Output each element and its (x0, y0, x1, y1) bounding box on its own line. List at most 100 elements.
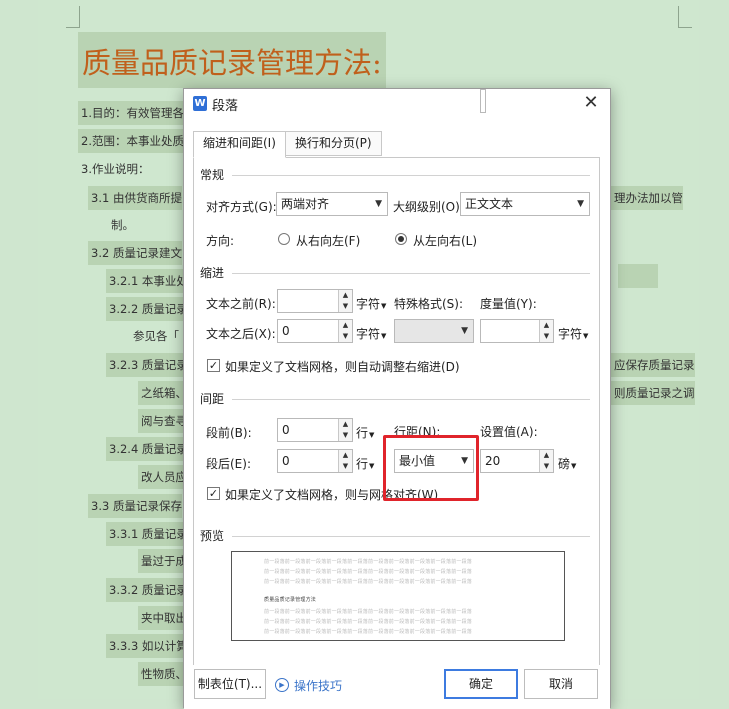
outline-level-label: 大纲级别(O): (393, 200, 464, 214)
ltr-radio[interactable] (395, 233, 407, 245)
space-after-label: 段后(E): (206, 457, 251, 471)
space-after-input[interactable]: 0 ▲ ▼ (277, 449, 353, 473)
indent-before-input[interactable]: ▲ ▼ (277, 289, 353, 313)
unit-text: 行 (356, 426, 369, 440)
measure-input[interactable]: ▲ ▼ (480, 319, 554, 343)
document-line: 制。 (111, 218, 134, 232)
outline-level-select[interactable]: 正文文本 ▼ (460, 192, 590, 216)
document-line: 之纸箱、 (138, 381, 187, 405)
tab-indent-spacing[interactable]: 缩进和间距(I) (193, 131, 286, 158)
dropdown-arrow-icon: ▼ (381, 302, 387, 310)
tips-link[interactable]: 操作技巧 (294, 677, 342, 694)
preview-line: 前一段落前一段落前一段落前一段落前一段落前一段落前一段落前一段落前一段落前一段落 (264, 609, 473, 615)
preview-sample-line: 质量品质记录管理方法 (264, 597, 317, 603)
document-line: 3.3 质量记录保存 (88, 494, 182, 518)
spin-up-icon[interactable]: ▲ (339, 450, 352, 461)
dropdown-arrow-icon: ▼ (381, 332, 387, 340)
document-fragment-right: 理办法加以管 (611, 186, 683, 210)
play-icon[interactable]: ▶ (275, 678, 289, 692)
setting-value-unit[interactable]: 磅▼ (558, 455, 576, 472)
spinner-buttons[interactable]: ▲ ▼ (338, 450, 352, 472)
document-fragment-right: 应保存质量记录 (611, 353, 695, 377)
dialog-title: 段落 (212, 99, 239, 114)
cancel-button[interactable]: 取消 (524, 669, 598, 699)
ok-button[interactable]: 确定 (444, 669, 518, 699)
spinner-buttons[interactable]: ▲ ▼ (539, 450, 553, 472)
space-after-unit[interactable]: 行▼ (356, 455, 374, 472)
divider (232, 273, 590, 274)
preview-line: 前一段落前一段落前一段落前一段落前一段落前一段落前一段落前一段落前一段落前一段落 (264, 619, 473, 625)
spin-up-icon[interactable]: ▲ (540, 320, 553, 331)
spinner-buttons[interactable]: ▲ ▼ (338, 290, 352, 312)
setting-value-label: 设置值(A): (480, 425, 538, 439)
divider (232, 536, 590, 537)
document-line: 性物质、 (138, 662, 187, 686)
alignment-select[interactable]: 两端对齐 ▼ (276, 192, 388, 216)
spin-down-icon[interactable]: ▼ (540, 331, 553, 342)
spin-up-icon[interactable]: ▲ (339, 290, 352, 301)
space-before-value: 0 (282, 423, 290, 437)
dropdown-arrow-icon: ▼ (583, 332, 589, 340)
preview-line: 前一段落前一段落前一段落前一段落前一段落前一段落前一段落前一段落前一段落前一段落 (264, 579, 473, 585)
space-before-input[interactable]: 0 ▲ ▼ (277, 418, 353, 442)
margin-corner-top-left (66, 6, 80, 28)
document-line: 3.2 质量记录建文 (88, 241, 182, 265)
indent-after-unit[interactable]: 字符▼ (356, 325, 386, 342)
spin-up-icon[interactable]: ▲ (339, 419, 352, 430)
spin-down-icon[interactable]: ▼ (339, 301, 352, 312)
spinner-buttons[interactable]: ▲ ▼ (338, 419, 352, 441)
section-preview-title: 预览 (200, 529, 225, 543)
measure-input[interactable] (480, 89, 486, 113)
unit-text: 字符 (356, 327, 381, 341)
indent-after-input[interactable]: 0 ▲ ▼ (277, 319, 353, 343)
outline-level-value: 正文文本 (465, 197, 514, 211)
spin-down-icon[interactable]: ▼ (339, 461, 352, 472)
measure-unit[interactable]: 字符▼ (558, 325, 588, 342)
indent-before-unit[interactable]: 字符▼ (356, 295, 386, 312)
document-line: 3.作业说明： (81, 162, 150, 176)
space-before-unit[interactable]: 行▼ (356, 424, 374, 441)
document-line: 改人员应 (138, 465, 187, 489)
rtl-radio[interactable] (278, 233, 290, 245)
paragraph-dialog: W 段落 ✕ 缩进和间距(I) 换行和分页(P) 常规 对齐方式(G): 两端对… (183, 88, 611, 709)
indent-after-value: 0 (282, 324, 290, 338)
measure-label: 度量值(Y): (480, 297, 537, 311)
ltr-label[interactable]: 从左向右(L) (413, 232, 477, 249)
special-format-select[interactable]: ▼ (394, 319, 474, 343)
special-format-label: 特殊格式(S): (394, 297, 464, 311)
document-line: 3.2.4 质量记录 (106, 437, 188, 461)
document-line: 3.2.3 质量记录 (106, 353, 188, 377)
document-line: 2.范围：本事业处质 (78, 129, 184, 153)
spin-up-icon[interactable]: ▲ (540, 450, 553, 461)
unit-text: 字符 (558, 327, 583, 341)
spinner-buttons[interactable]: ▲ ▼ (539, 320, 553, 342)
indent-after-label: 文本之后(X): (206, 327, 276, 341)
dropdown-arrow-icon: ▼ (369, 462, 375, 470)
paragraph-preview: 前一段落前一段落前一段落前一段落前一段落前一段落前一段落前一段落前一段落前一段落… (231, 551, 565, 641)
spinner-buttons[interactable]: ▲ ▼ (338, 320, 352, 342)
direction-label: 方向: (206, 234, 235, 248)
unit-text: 行 (356, 457, 369, 471)
tab-stops-button[interactable]: 制表位(T)... (194, 669, 266, 699)
dropdown-arrow-icon: ▼ (375, 199, 382, 209)
document-fragment-right (618, 264, 658, 288)
spin-down-icon[interactable]: ▼ (540, 461, 553, 472)
rtl-label[interactable]: 从右向左(F) (296, 232, 360, 249)
dropdown-arrow-icon: ▼ (571, 462, 577, 470)
snap-to-grid-checkbox[interactable]: ✓ (207, 487, 220, 500)
document-line: 阅与查寻 (138, 409, 187, 433)
auto-adjust-indent-checkbox[interactable]: ✓ (207, 359, 220, 372)
document-line: 3.1 由供货商所提 (88, 186, 182, 210)
close-button[interactable]: ✕ (580, 91, 602, 115)
dialog-title-bar[interactable]: W 段落 ✕ (184, 89, 610, 119)
tab-line-page-breaks[interactable]: 换行和分页(P) (285, 131, 382, 156)
document-line: 量过于成 (138, 549, 187, 573)
spin-down-icon[interactable]: ▼ (339, 430, 352, 441)
document-line: 3.3.3 如以计算 (106, 634, 188, 658)
spin-up-icon[interactable]: ▲ (339, 320, 352, 331)
auto-adjust-indent-label[interactable]: 如果定义了文档网格，则自动调整右缩进(D) (225, 358, 460, 375)
document-line: 1.目的：有效管理各 (78, 101, 184, 125)
setting-value-input[interactable]: 20 ▲ ▼ (480, 449, 554, 473)
indent-before-label: 文本之前(R): (206, 297, 276, 311)
spin-down-icon[interactable]: ▼ (339, 331, 352, 342)
